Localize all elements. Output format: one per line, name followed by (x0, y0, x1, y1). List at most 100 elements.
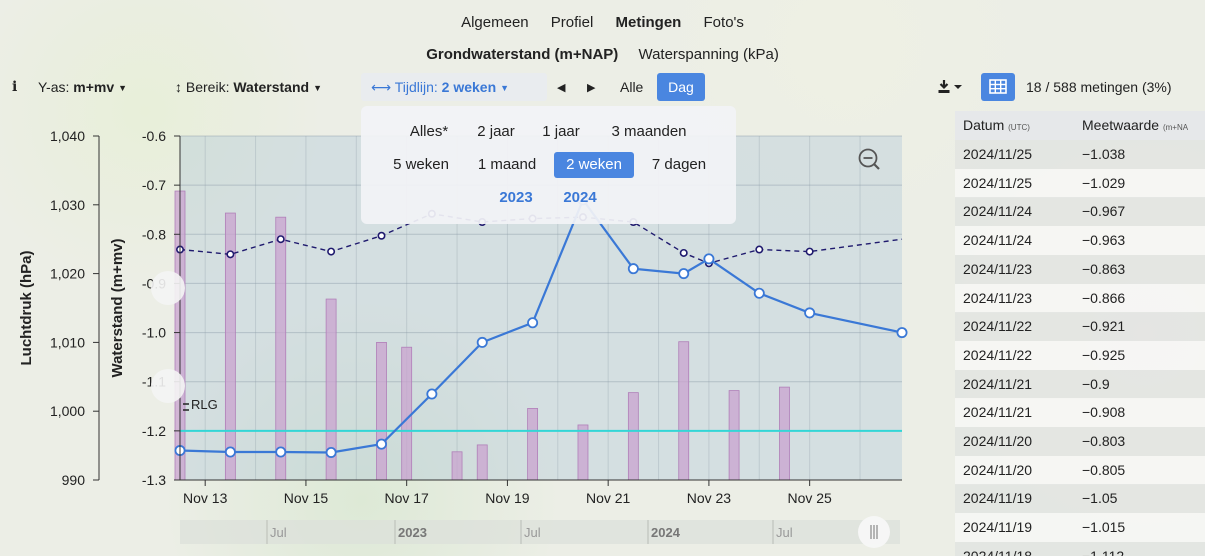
neerslag-bar[interactable] (476, 444, 488, 481)
table-row[interactable]: 2024/11/25 −1.029 (955, 168, 1205, 198)
cell-datum: 2024/11/24 (963, 203, 1033, 220)
cell-meetwaarde: −1.029 (1082, 174, 1126, 191)
table-row[interactable]: 2024/11/20 −0.805 (955, 455, 1205, 485)
x-tick-label: Nov 19 (485, 490, 530, 506)
header-meetwaarde-unit: (m+NA (1162, 123, 1189, 132)
measurement-count: 18 / 588 metingen (3%) (1026, 79, 1172, 95)
table-row[interactable]: 2024/11/21 −0.908 (955, 398, 1205, 428)
neerslag-bar[interactable] (728, 390, 740, 481)
luchtdruk-point[interactable] (377, 231, 386, 240)
waterstand-point[interactable] (527, 317, 539, 329)
table-icon[interactable] (981, 73, 1015, 101)
table-row[interactable]: 2024/11/18 −1.112 (955, 541, 1205, 556)
neerslag-bar[interactable] (275, 216, 287, 481)
navigator[interactable]: Jul 2023 Jul 2024 Jul (180, 516, 900, 548)
waterstand-point[interactable] (426, 388, 438, 400)
table-row[interactable]: 2024/11/19 −1.05 (955, 484, 1205, 514)
y2-tick-label: -1.3 (142, 472, 166, 488)
y1-tick-label: 1,020 (50, 266, 85, 282)
header-meetwaarde[interactable]: Meetwaarde (m+NA (1082, 117, 1188, 133)
cell-datum: 2024/11/21 (963, 404, 1033, 421)
waterstand-point[interactable] (703, 253, 715, 265)
option-1-maand[interactable]: 1 maand (469, 152, 545, 178)
waterstand-point[interactable] (224, 446, 236, 458)
cell-meetwaarde: −1.038 (1082, 146, 1126, 162)
waterstand-point[interactable] (476, 336, 488, 348)
cell-datum: 2024/11/22 (963, 318, 1033, 335)
option-3-maanden[interactable]: 3 maanden (601, 119, 697, 145)
y-axis-handle-bottom[interactable] (151, 369, 185, 403)
waterstand-point[interactable] (804, 307, 816, 319)
neerslag-bar[interactable] (527, 408, 539, 481)
x-tick-label: Nov 15 (284, 490, 329, 506)
waterstand-point[interactable] (627, 263, 639, 275)
table-row[interactable]: 2024/11/24 −0.963 (955, 226, 1205, 256)
cell-meetwaarde: −0.805 (1082, 461, 1126, 478)
cell-meetwaarde: −0.908 (1082, 404, 1126, 421)
luchtdruk-point[interactable] (327, 247, 336, 256)
y2-tick-label: -1.0 (142, 325, 166, 341)
option-year-2024[interactable]: 2024 (553, 185, 607, 211)
navigator-label: Jul (524, 525, 541, 540)
cell-meetwaarde: −1.112 (1082, 547, 1125, 556)
neerslag-bar[interactable] (779, 386, 790, 481)
navigator-label: 2023 (398, 525, 427, 540)
waterstand-point[interactable] (896, 327, 908, 339)
option-1-jaar[interactable]: 1 jaar (533, 119, 589, 145)
neerslag-bar[interactable] (627, 392, 639, 481)
rlg-label: RLG (191, 397, 218, 412)
waterstand-point[interactable] (325, 446, 337, 458)
table-row[interactable]: 2024/11/19 −1.015 (955, 513, 1205, 543)
navigator-label: Jul (776, 525, 793, 540)
waterstand-point[interactable] (375, 438, 387, 450)
neerslag-bar[interactable] (678, 341, 690, 481)
option-5-weken[interactable]: 5 weken (383, 152, 459, 178)
luchtdruk-point[interactable] (679, 248, 688, 257)
header-datum[interactable]: Datum (UTC) (963, 117, 1030, 133)
cell-meetwaarde: −0.803 (1082, 433, 1126, 449)
chart: RLG -0.6-0.7-0.8-0.9-1.0-1.1-1.2-1.3Nov … (18, 128, 908, 548)
cell-meetwaarde: −1.05 (1082, 490, 1118, 507)
luchtdruk-point[interactable] (755, 245, 764, 254)
y1-tick-label: 1,000 (50, 403, 85, 419)
option-2-jaar[interactable]: 2 jaar (467, 119, 525, 145)
table-row[interactable]: 2024/11/22 −0.921 (955, 312, 1205, 342)
luchtdruk-point[interactable] (226, 250, 235, 259)
cell-datum: 2024/11/20 (963, 433, 1033, 449)
waterstand-point[interactable] (753, 287, 765, 299)
navigator-label: 2024 (651, 525, 681, 540)
y-axis-handle-top[interactable] (151, 271, 185, 305)
table-row[interactable]: 2024/11/21 −0.9 (955, 369, 1205, 399)
table-row[interactable]: 2024/11/24 −0.967 (955, 197, 1205, 227)
neerslag-bar[interactable] (401, 346, 413, 481)
table-row[interactable]: 2024/11/25 −1.038 (955, 140, 1205, 169)
table-row[interactable]: 2024/11/23 −0.863 (955, 254, 1205, 284)
x-tick-label: Nov 21 (586, 490, 631, 506)
option-alles[interactable]: Alles* (397, 119, 461, 145)
header-datum-unit: (UTC) (1008, 123, 1030, 132)
navigator-handle[interactable] (858, 516, 890, 548)
option-2-weken[interactable]: 2 weken (554, 152, 634, 178)
waterstand-point[interactable] (275, 446, 287, 458)
y1-tick-label: 1,040 (50, 128, 85, 144)
luchtdruk-point[interactable] (805, 247, 814, 256)
table-row[interactable]: 2024/11/22 −0.925 (955, 340, 1205, 370)
y2-tick-label: -0.6 (142, 128, 166, 144)
option-year-2023[interactable]: 2023 (489, 185, 543, 211)
option-7-dagen[interactable]: 7 dagen (642, 152, 716, 178)
neerslag-bar[interactable] (376, 341, 387, 481)
cell-meetwaarde: −0.9 (1082, 375, 1110, 392)
x-tick-label: Nov 25 (787, 490, 832, 506)
neerslag-bar[interactable] (451, 451, 463, 481)
neerslag-bar[interactable] (577, 424, 589, 481)
table-row[interactable]: 2024/11/23 −0.866 (955, 283, 1205, 313)
y2-tick-label: -0.8 (142, 226, 166, 242)
cell-meetwaarde: −0.863 (1082, 260, 1126, 277)
y1-tick-label: 990 (62, 472, 86, 488)
luchtdruk-point[interactable] (276, 235, 285, 244)
cell-meetwaarde: −0.967 (1082, 203, 1126, 220)
waterstand-point[interactable] (678, 268, 690, 280)
table-row[interactable]: 2024/11/20 −0.803 (955, 427, 1205, 456)
cell-meetwaarde: −0.921 (1082, 318, 1126, 335)
cell-datum: 2024/11/19 (963, 490, 1033, 507)
